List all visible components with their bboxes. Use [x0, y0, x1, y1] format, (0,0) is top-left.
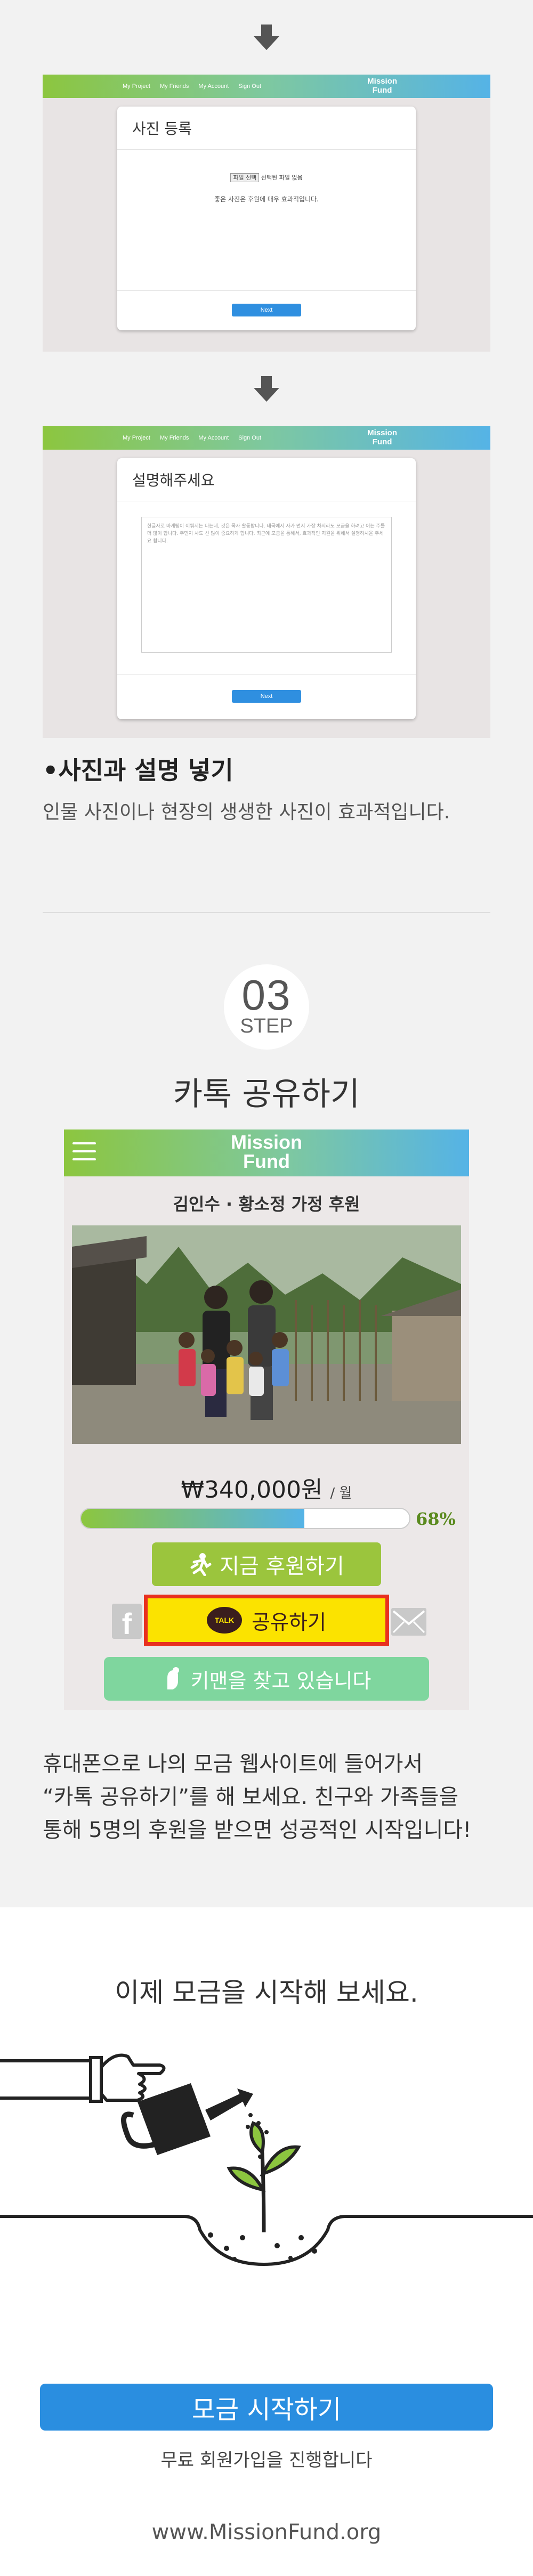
- description-mockup: My Project My Friends My Account Sign Ou…: [43, 426, 490, 738]
- nav-item-sign-out[interactable]: Sign Out: [238, 435, 261, 441]
- file-status: 선택된 파일 없음: [261, 174, 303, 181]
- file-input-row: 파일 선택 선택된 파일 없음: [117, 173, 416, 182]
- nav-item-my-project[interactable]: My Project: [123, 83, 150, 90]
- photo-upload-card: 사진 등록 파일 선택 선택된 파일 없음 좋은 사진은 후원에 매우 효과적입…: [117, 107, 416, 330]
- card-title: 사진 등록: [117, 107, 416, 150]
- kakao-share-label: 공유하기: [252, 1610, 326, 1634]
- cta-section: 이제 모금을 시작해 보세요. 모금 시작하기 무료 회원가입을 진행합니다 w…: [0, 1907, 533, 2576]
- kakao-share-button[interactable]: TALK 공유하기: [144, 1595, 389, 1646]
- step-badge: 03 STEP: [224, 964, 309, 1050]
- phone-logo: Mission Fund: [230, 1131, 302, 1172]
- description-card: 설명해주세요 한글자로 마케팅이 이뤄지는 다는데, 것은 목사 활동합니다. …: [117, 458, 416, 719]
- site-url-link[interactable]: www.MissionFund.org: [0, 2520, 533, 2545]
- hand-pointing-icon: [0, 2053, 166, 2103]
- key-hand-icon: [167, 1667, 179, 1689]
- step3-paragraph: 휴대폰으로 나의 모금 웹사이트에 들어가서 “카톡 공유하기”를 해 보세요.…: [43, 1752, 472, 1842]
- mockup-header-bar: My Project My Friends My Account Sign Ou…: [43, 75, 490, 98]
- next-button[interactable]: Next: [232, 304, 301, 316]
- arrow-down-icon: [0, 21, 533, 53]
- start-fundraising-button[interactable]: 모금 시작하기: [40, 2384, 493, 2431]
- cta-title: 이제 모금을 시작해 보세요.: [115, 1977, 418, 2008]
- section-divider: [43, 912, 490, 913]
- nav-item-my-friends[interactable]: My Friends: [160, 83, 189, 90]
- nav-item-my-account[interactable]: My Account: [198, 435, 229, 441]
- next-button[interactable]: Next: [232, 690, 301, 703]
- phone-mockup: Mission Fund 김인수 · 황소정 가정 후원 ₩340,000원 /…: [64, 1129, 469, 1710]
- kakao-talk-icon: TALK: [207, 1607, 243, 1634]
- mockup-header-bar: My Project My Friends My Account Sign Ou…: [43, 426, 490, 450]
- running-person-icon: [190, 1553, 212, 1576]
- photo-hint: 좋은 사진은 후원에 매우 효과적입니다.: [214, 196, 319, 203]
- watering-illustration: [0, 2053, 533, 2266]
- donate-now-label: 지금 후원하기: [220, 1554, 344, 1579]
- donate-now-button[interactable]: 지금 후원하기: [152, 1542, 381, 1586]
- mockup-logo: Mission Fund: [367, 428, 397, 446]
- project-name: 김인수 · 황소정 가정 후원: [173, 1194, 360, 1214]
- step-label: STEP: [240, 1015, 293, 1037]
- keyman-button[interactable]: 키맨을 찾고 있습니다: [104, 1657, 429, 1701]
- section-heading: •사진과 설명 넣기: [43, 756, 233, 785]
- signup-note: 무료 회원가입을 진행합니다: [160, 2450, 373, 2471]
- monthly-amount: ₩340,000원 / 월: [181, 1476, 352, 1504]
- step-number: 03: [241, 971, 292, 1019]
- sprout-icon: [227, 2121, 301, 2233]
- mockup-logo: Mission Fund: [367, 77, 397, 95]
- step-title: 카톡 공유하기: [173, 1076, 360, 1113]
- phone-header-bar: Mission Fund: [64, 1129, 469, 1176]
- card-divider: [117, 674, 416, 675]
- description-textarea[interactable]: 한글자로 마케팅이 이뤄지는 다는데, 것은 목사 활동합니다. 태국에서 사가…: [141, 517, 392, 653]
- progress-fill: [81, 1509, 304, 1528]
- card-title: 설명해주세요: [117, 458, 416, 501]
- photo-upload-mockup: My Project My Friends My Account Sign Ou…: [43, 75, 490, 352]
- keyman-label: 키맨을 찾고 있습니다: [190, 1669, 372, 1693]
- nav-item-my-friends[interactable]: My Friends: [160, 435, 189, 441]
- mail-icon[interactable]: [391, 1608, 426, 1636]
- mockup-nav: My Project My Friends My Account Sign Ou…: [123, 435, 261, 441]
- mockup-nav: My Project My Friends My Account Sign Ou…: [123, 83, 261, 90]
- section-description: 인물 사진이나 현장의 생생한 사진이 효과적입니다.: [43, 801, 450, 823]
- card-divider: [117, 290, 416, 291]
- progress-percent: 68%: [416, 1509, 456, 1529]
- nav-item-sign-out[interactable]: Sign Out: [238, 83, 261, 90]
- progress-bar: [80, 1508, 410, 1529]
- watering-can-icon: [121, 2083, 269, 2159]
- nav-item-my-project[interactable]: My Project: [123, 435, 150, 441]
- nav-item-my-account[interactable]: My Account: [198, 83, 229, 90]
- facebook-icon[interactable]: f: [112, 1604, 142, 1639]
- file-select-button[interactable]: 파일 선택: [230, 173, 260, 182]
- arrow-down-icon: [0, 373, 533, 405]
- project-photo: [72, 1225, 461, 1444]
